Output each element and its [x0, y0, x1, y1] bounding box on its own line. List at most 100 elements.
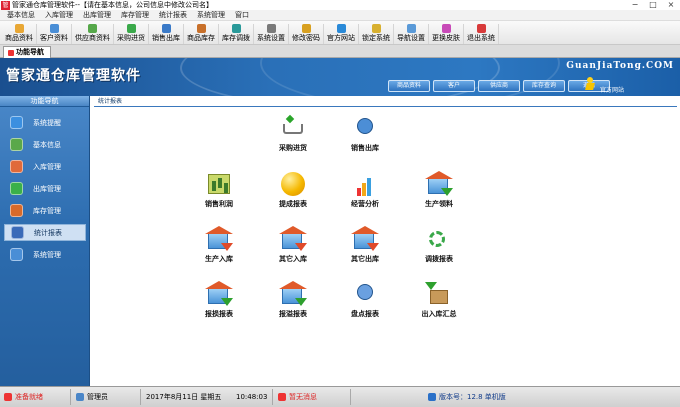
status-connection: 准备就绪 — [4, 390, 43, 403]
toolbar-sales-button[interactable]: 销售出库 — [149, 24, 184, 44]
key-icon — [301, 24, 311, 33]
sidebar-item-outbound[interactable]: 出库管理 — [4, 180, 86, 197]
toolbar-stock-button[interactable]: 商品库存 — [184, 24, 219, 44]
menu-reports[interactable]: 统计报表 — [154, 10, 192, 20]
house-icon — [205, 226, 233, 251]
toolbar-label: 导航设置 — [397, 34, 425, 42]
status-bar: 准备就绪 管理员 2017年8月11日 星期五 10:48:03 暂无消息 版本… — [0, 386, 680, 407]
sidebar-item-label: 库存管理 — [33, 206, 61, 215]
report-other-inbound[interactable]: 其它入库 — [260, 226, 326, 264]
globe-icon — [10, 116, 23, 129]
toolbar-customers-button[interactable]: 客户资料 — [37, 24, 72, 44]
toolbar-website-button[interactable]: 官方网站 — [324, 24, 359, 44]
report-production-inbound[interactable]: 生产入库 — [186, 226, 252, 264]
sidebar-item-label: 系统管理 — [33, 250, 61, 259]
mascot-icon[interactable] — [584, 77, 596, 91]
report-inout-summary[interactable]: 出入库汇总 — [406, 282, 472, 319]
toolbar-skin-button[interactable]: 更换皮肤 — [429, 24, 464, 44]
status-version: 版本号：12.8 单机版 — [428, 390, 506, 403]
user-icon — [76, 392, 84, 401]
banner-customers-button[interactable]: 客户 — [433, 80, 475, 92]
toolbar-label: 官方网站 — [327, 34, 355, 42]
toolbar-suppliers-button[interactable]: 供应商资料 — [72, 24, 114, 44]
report-transfer[interactable]: 调拨报表 — [406, 227, 472, 264]
tab-function-nav[interactable]: 功能导航 — [3, 46, 51, 58]
official-site-link[interactable]: 官方网站 — [600, 85, 624, 94]
house-icon — [279, 226, 307, 251]
sidebar-item-basic-info[interactable]: 基本信息 — [4, 136, 86, 153]
menu-outbound[interactable]: 出库管理 — [78, 10, 116, 20]
toolbar-password-button[interactable]: 修改密码 — [289, 24, 324, 44]
main-panel: 统计报表 采购进货 销售出库 销售利润 提成报表 经营分析 生产领料 生产入库 … — [90, 96, 680, 386]
toolbar-products-button[interactable]: 商品资料 — [2, 24, 37, 44]
sidebar-item-label: 入库管理 — [33, 162, 61, 171]
report-label: 经营分析 — [351, 200, 379, 208]
toolbar-nav-settings-button[interactable]: 导航设置 — [394, 24, 429, 44]
report-profit[interactable]: 销售利润 — [186, 172, 252, 209]
sidebar-item-label: 出库管理 — [33, 184, 61, 193]
report-sales[interactable]: 销售出库 — [332, 116, 398, 153]
report-analysis[interactable]: 经营分析 — [332, 172, 398, 209]
sidebar-item-reminder[interactable]: 系统提醒 — [4, 114, 86, 131]
report-label: 销售利润 — [205, 200, 233, 208]
toolbar-settings-button[interactable]: 系统设置 — [254, 24, 289, 44]
report-overflow[interactable]: 报溢报表 — [260, 281, 326, 319]
status-date: 2017年8月11日 星期五 — [146, 392, 222, 401]
sidebar-item-inventory[interactable]: 库存管理 — [4, 202, 86, 219]
close-button[interactable]: × — [662, 0, 680, 10]
report-icon — [11, 226, 24, 239]
title-bar: 管 管家通仓库管理软件--【请在基本信息，公司信息中修改公司名】 − □ × — [0, 0, 680, 10]
boxes-icon — [10, 138, 23, 151]
report-label: 销售出库 — [351, 144, 379, 152]
report-label: 提成报表 — [279, 200, 307, 208]
banner-suppliers-button[interactable]: 供应商 — [478, 80, 520, 92]
menu-inbound[interactable]: 入库管理 — [40, 10, 78, 20]
cart-icon — [279, 116, 307, 140]
status-message[interactable]: 暂无消息 — [278, 390, 317, 403]
sidebar: 功能导航 系统提醒 基本信息 入库管理 出库管理 库存管理 统计报表 系统管理 — [0, 96, 90, 386]
toolbar-label: 修改密码 — [292, 34, 320, 42]
menu-inventory[interactable]: 库存管理 — [116, 10, 154, 20]
sidebar-item-system[interactable]: 系统管理 — [4, 246, 86, 263]
report-damage[interactable]: 报损报表 — [186, 281, 252, 319]
maximize-button[interactable]: □ — [644, 0, 662, 10]
app-icon: 管 — [1, 0, 10, 10]
house-icon — [205, 281, 233, 306]
suppliers-icon — [88, 24, 97, 33]
nav-settings-icon — [406, 24, 416, 33]
toolbar-transfer-button[interactable]: 库存调拨 — [219, 24, 254, 44]
toolbar-lock-button[interactable]: 锁定系统 — [359, 24, 394, 44]
menu-basic-info[interactable]: 基本信息 — [2, 10, 40, 20]
nav-icon — [8, 49, 14, 56]
sidebar-item-label: 基本信息 — [33, 140, 61, 149]
banner-stock-query-button[interactable]: 库存查询 — [523, 80, 565, 92]
message-icon — [278, 392, 286, 401]
sidebar-item-label: 系统提醒 — [33, 118, 61, 127]
toolbar-exit-button[interactable]: 退出系统 — [464, 24, 499, 44]
report-stocktake[interactable]: 盘点报表 — [332, 282, 398, 319]
report-commission[interactable]: 提成报表 — [260, 172, 326, 209]
toolbar-label: 采购进货 — [117, 34, 145, 42]
menu-system[interactable]: 系统管理 — [192, 10, 230, 20]
stocktake-icon — [351, 282, 379, 306]
gear-icon — [10, 248, 23, 261]
menu-window[interactable]: 窗口 — [230, 10, 254, 20]
sales-icon — [161, 24, 171, 33]
sidebar-item-reports[interactable]: 统计报表 — [4, 224, 86, 241]
sidebar-item-inbound[interactable]: 入库管理 — [4, 158, 86, 175]
banner-products-button[interactable]: 商品资料 — [388, 80, 430, 92]
globe-icon — [336, 24, 346, 33]
outbound-icon — [10, 182, 23, 195]
toolbar-purchase-button[interactable]: 采购进货 — [114, 24, 149, 44]
exit-icon — [476, 24, 486, 33]
status-message-text: 暂无消息 — [289, 392, 317, 401]
toolbar-label: 更换皮肤 — [432, 34, 460, 42]
window-controls: − □ × — [626, 0, 680, 10]
report-production-material[interactable]: 生产领料 — [406, 171, 472, 209]
report-other-outbound[interactable]: 其它出库 — [332, 226, 398, 264]
minimize-button[interactable]: − — [626, 0, 644, 10]
report-purchase[interactable]: 采购进货 — [260, 116, 326, 153]
stock-icon — [196, 24, 206, 33]
menu-bar: 基本信息 入库管理 出库管理 库存管理 统计报表 系统管理 窗口 — [0, 10, 680, 21]
warehouse-icon — [10, 204, 23, 217]
